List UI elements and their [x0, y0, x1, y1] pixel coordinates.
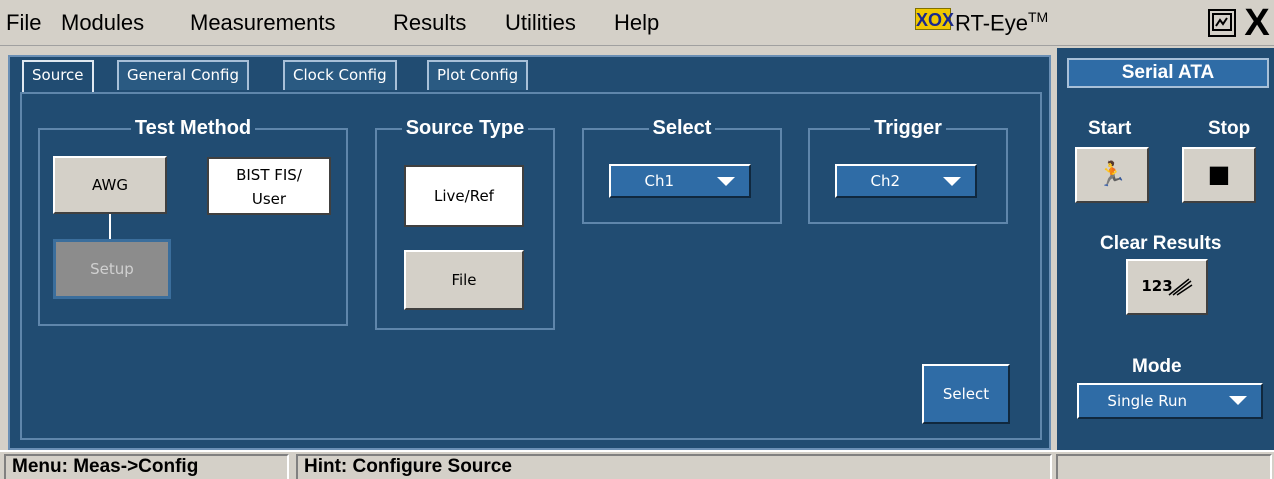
- app-title: RT-EyeTM: [955, 9, 1048, 36]
- trademark-mark: TM: [1027, 9, 1049, 25]
- clear-results-button[interactable]: 123: [1126, 259, 1208, 315]
- menu-modules[interactable]: Modules: [61, 10, 144, 36]
- mode-dropdown[interactable]: Single Run: [1077, 383, 1263, 419]
- menu-utilities[interactable]: Utilities: [505, 10, 576, 36]
- trigger-channel-dropdown[interactable]: Ch2: [835, 164, 977, 198]
- stop-icon: ■: [1207, 160, 1231, 188]
- select-channel-dropdown[interactable]: Ch1: [609, 164, 751, 198]
- stop-button[interactable]: ■: [1182, 147, 1256, 203]
- start-label: Start: [1088, 118, 1132, 139]
- chevron-down-icon: [943, 177, 961, 186]
- start-button[interactable]: 🏃: [1075, 147, 1149, 203]
- eraser-stroke-icon: [1168, 277, 1193, 296]
- file-button[interactable]: File: [404, 250, 524, 310]
- clear-results-label: Clear Results: [1100, 233, 1222, 254]
- mode-value: Single Run: [1107, 392, 1188, 410]
- menu-bar: File Modules Measurements Results Utilit…: [0, 0, 1274, 46]
- close-button[interactable]: X: [1240, 3, 1274, 43]
- app-logo: XOX: [915, 8, 955, 30]
- source-type-title: Source Type: [377, 117, 553, 140]
- setup-button[interactable]: Setup: [53, 239, 171, 299]
- bist-fis-user-button[interactable]: BIST FIS/ User: [207, 157, 331, 215]
- menu-measurements[interactable]: Measurements: [190, 10, 336, 36]
- status-menu: Menu: Meas->Config: [4, 454, 289, 479]
- minimize-button[interactable]: [1208, 9, 1236, 37]
- bist-label-line1: BIST FIS/: [236, 166, 302, 184]
- live-ref-button[interactable]: Live/Ref: [404, 165, 524, 227]
- tab-plot-config[interactable]: Plot Config: [427, 60, 529, 90]
- awg-setup-connector: [109, 214, 111, 240]
- run-icon: 🏃: [1097, 160, 1127, 188]
- tab-general-config[interactable]: General Config: [117, 60, 250, 90]
- chevron-down-icon: [1229, 396, 1247, 405]
- trigger-channel-value: Ch2: [870, 172, 901, 190]
- tab-source[interactable]: Source: [22, 60, 94, 94]
- select-channel-value: Ch1: [644, 172, 675, 190]
- tab-clock-config[interactable]: Clock Config: [283, 60, 397, 90]
- status-bar: Menu: Meas->Config Hint: Configure Sourc…: [0, 450, 1274, 479]
- minimize-icon: [1212, 13, 1232, 31]
- mode-label: Mode: [1132, 356, 1182, 377]
- menu-help[interactable]: Help: [614, 10, 659, 36]
- test-method-title: Test Method: [40, 117, 346, 140]
- status-hint: Hint: Configure Source: [296, 454, 1052, 479]
- status-extra: [1056, 454, 1272, 479]
- select-button[interactable]: Select: [922, 364, 1010, 424]
- menu-results[interactable]: Results: [393, 10, 466, 36]
- bist-label-line2: User: [251, 190, 287, 208]
- menu-file[interactable]: File: [6, 10, 41, 36]
- eraser-icon: 123: [1141, 277, 1193, 296]
- app-title-text: RT-Eye: [955, 10, 1028, 36]
- trigger-group-title: Trigger: [810, 117, 1006, 140]
- stop-label: Stop: [1208, 118, 1251, 139]
- awg-button[interactable]: AWG: [53, 156, 167, 214]
- select-group-title: Select: [584, 117, 780, 140]
- standard-header: Serial ATA: [1067, 58, 1269, 88]
- chevron-down-icon: [717, 177, 735, 186]
